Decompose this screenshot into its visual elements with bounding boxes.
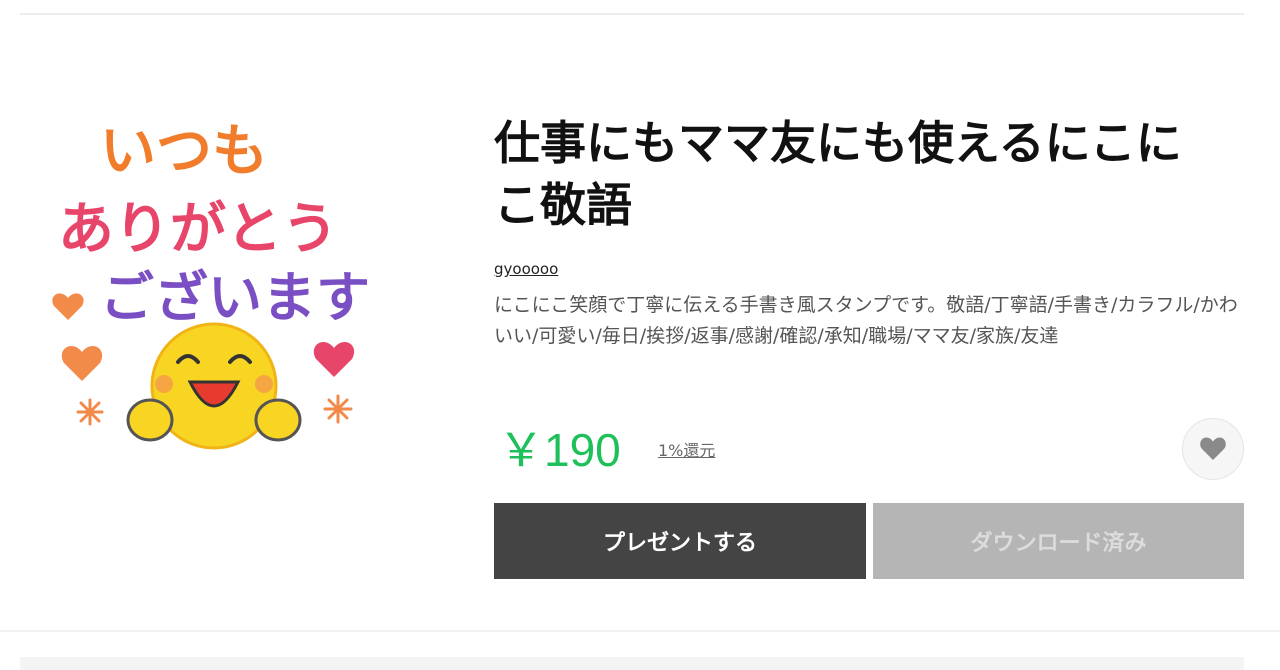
heart-icon bbox=[1200, 437, 1226, 460]
price: ￥190 bbox=[498, 424, 621, 476]
sticker-text-line-2: ありがとう bbox=[58, 197, 338, 262]
product-description: にこにこ笑顔で丁寧に伝える手書き風スタンプです。敬語/丁寧語/手書き/カラフル/… bbox=[494, 294, 1238, 347]
top-divider bbox=[20, 13, 1244, 15]
sticker-illustration: いつも ありがとう ございます bbox=[52, 119, 370, 450]
next-section-edge bbox=[20, 657, 1244, 670]
author-link[interactable]: gyooooo bbox=[494, 258, 558, 280]
smiley-face-icon bbox=[126, 322, 302, 450]
action-buttons: プレゼントする ダウンロード済み bbox=[494, 503, 1244, 579]
favorite-button[interactable] bbox=[1182, 418, 1244, 480]
price-row: ￥190 1%還元 bbox=[494, 418, 1244, 482]
sticker-text-line-1: いつも bbox=[100, 119, 268, 184]
product-info: 仕事にもママ友にも使えるにこにこ敬語 gyooooo にこにこ笑顔で丁寧に伝える… bbox=[494, 112, 1244, 352]
present-button[interactable]: プレゼントする bbox=[494, 503, 866, 579]
sticker-main-image: いつも ありがとう ございます bbox=[40, 100, 400, 480]
cashback-link[interactable]: 1%還元 bbox=[658, 440, 715, 462]
bottom-divider bbox=[0, 630, 1280, 632]
product-title: 仕事にもママ友にも使えるにこにこ敬語 bbox=[494, 116, 1182, 232]
sticker-text-line-3: ございます bbox=[100, 266, 370, 329]
downloaded-button: ダウンロード済み bbox=[873, 503, 1244, 579]
sticker-product-page: いつも ありがとう ございます 仕事にもママ友にも使えるにこにこ敬語 gyooo… bbox=[0, 0, 1280, 670]
